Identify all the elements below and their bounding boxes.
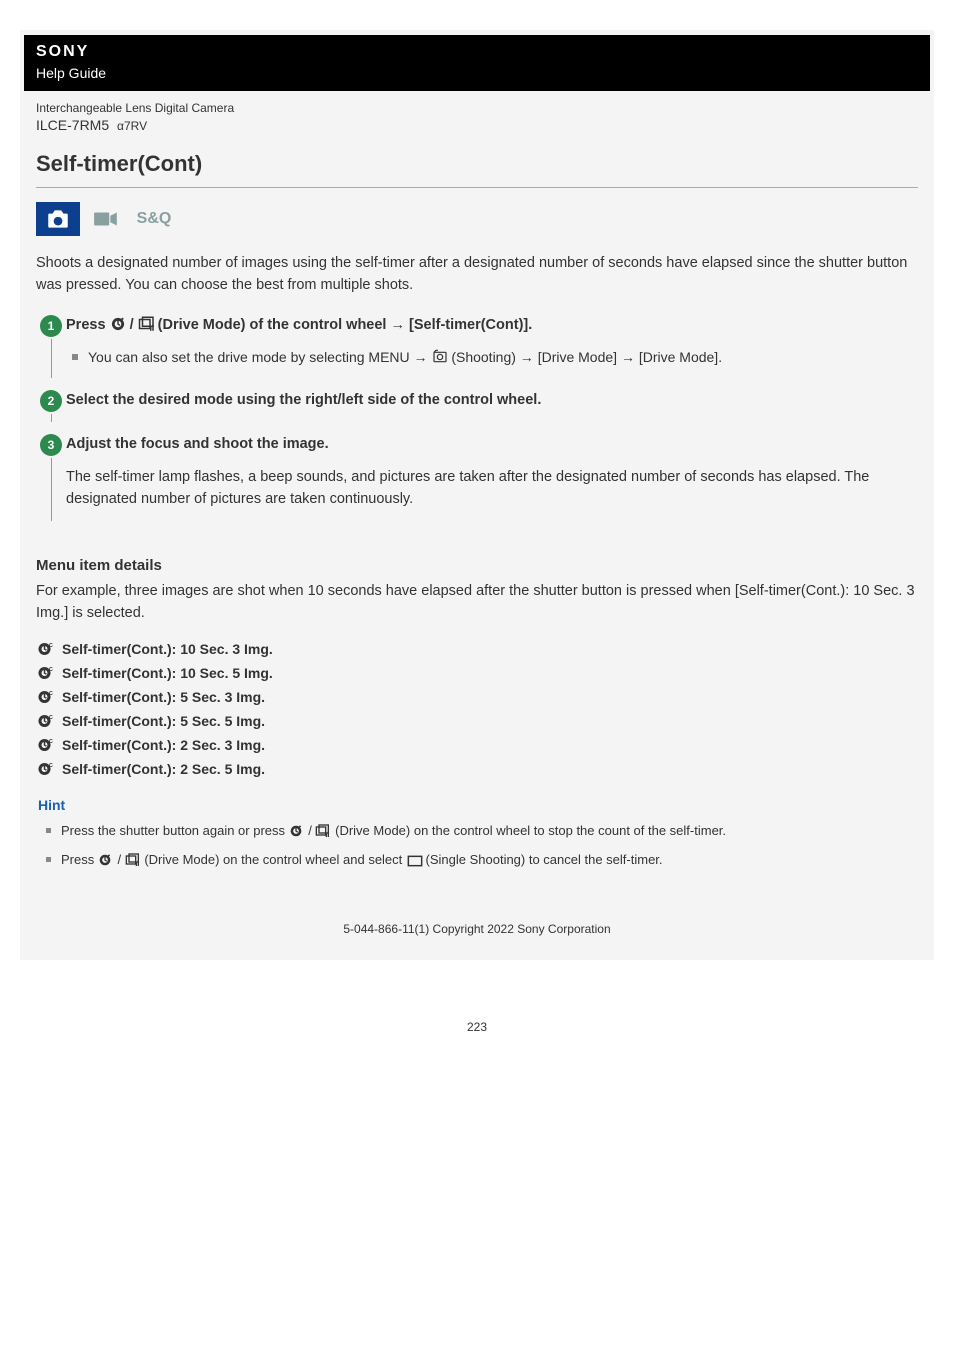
timer-icon [110, 316, 126, 332]
step-3-desc: The self-timer lamp flashes, a beep soun… [66, 466, 918, 511]
timer-cont-icon [36, 664, 56, 682]
timer-cont-icon [36, 688, 56, 706]
burst-icon [138, 316, 154, 332]
product-type: Interchangeable Lens Digital Camera [36, 101, 918, 115]
steps-container: 1 Press / (Drive Mode) of the control wh… [24, 315, 930, 521]
step-2: 2 Select the desired mode using the righ… [36, 390, 918, 422]
menu-item-details-heading: Menu item details [24, 533, 930, 580]
shooting-menu-icon [431, 349, 447, 365]
list-item: Self-timer(Cont.): 2 Sec. 5 Img. [36, 757, 918, 781]
help-guide-label: Help Guide [36, 65, 918, 81]
step-3: 3 Adjust the focus and shoot the image. … [36, 434, 918, 521]
step-1: 1 Press / (Drive Mode) of the control wh… [36, 315, 918, 378]
hint-bullet-1: Press the shutter button again or press … [38, 821, 916, 842]
menu-item-list: Self-timer(Cont.): 10 Sec. 3 Img. Self-t… [24, 637, 930, 791]
list-item: Self-timer(Cont.): 10 Sec. 5 Img. [36, 661, 918, 685]
hint-section: Hint Press the shutter button again or p… [24, 791, 930, 871]
timer-cont-icon [36, 736, 56, 754]
model-suffix: α7RV [117, 119, 147, 133]
step-1-bullet: You can also set the drive mode by selec… [66, 347, 918, 369]
list-item: Self-timer(Cont.): 5 Sec. 5 Img. [36, 709, 918, 733]
single-rect-icon [406, 853, 422, 869]
brand-logo: SONY [36, 43, 918, 61]
step-badge-1: 1 [40, 315, 62, 337]
divider [36, 187, 918, 188]
burst-icon [315, 824, 331, 840]
model-code: ILCE-7RM5 [36, 117, 109, 133]
timer-icon [98, 853, 114, 869]
page-title: Self-timer(Cont) [24, 133, 930, 187]
step-badge-3: 3 [40, 434, 62, 456]
intro-text: Shoots a designated number of images usi… [24, 252, 930, 315]
timer-cont-icon [36, 640, 56, 658]
burst-icon [125, 853, 141, 869]
timer-icon [289, 824, 305, 840]
list-item: Self-timer(Cont.): 2 Sec. 3 Img. [36, 733, 918, 757]
hint-heading: Hint [38, 797, 916, 813]
video-mode-badge [84, 202, 128, 236]
header-bar: SONY Help Guide [24, 35, 930, 91]
timer-cont-icon [36, 760, 56, 778]
list-item: Self-timer(Cont.): 10 Sec. 3 Img. [36, 637, 918, 661]
mode-badge-row: S&Q [24, 202, 930, 252]
step-2-title: Select the desired mode using the right/… [66, 390, 918, 412]
photo-mode-badge [36, 202, 80, 236]
list-item: Self-timer(Cont.): 5 Sec. 3 Img. [36, 685, 918, 709]
product-info: Interchangeable Lens Digital Camera ILCE… [24, 91, 930, 133]
step-3-title: Adjust the focus and shoot the image. [66, 434, 918, 456]
page-container: SONY Help Guide Interchangeable Lens Dig… [20, 30, 934, 960]
step-1-title: Press / (Drive Mode) of the control whee… [66, 315, 918, 337]
step-badge-2: 2 [40, 390, 62, 412]
hint-bullet-2: Press / (Drive Mode) on the control whee… [38, 850, 916, 871]
timer-cont-icon [36, 712, 56, 730]
copyright-footer: 5-044-866-11(1) Copyright 2022 Sony Corp… [24, 878, 930, 936]
sq-mode-badge: S&Q [132, 202, 176, 236]
page-number: 223 [0, 990, 954, 1044]
model-line: ILCE-7RM5 α7RV [36, 117, 918, 133]
menu-item-details-text: For example, three images are shot when … [24, 580, 930, 637]
